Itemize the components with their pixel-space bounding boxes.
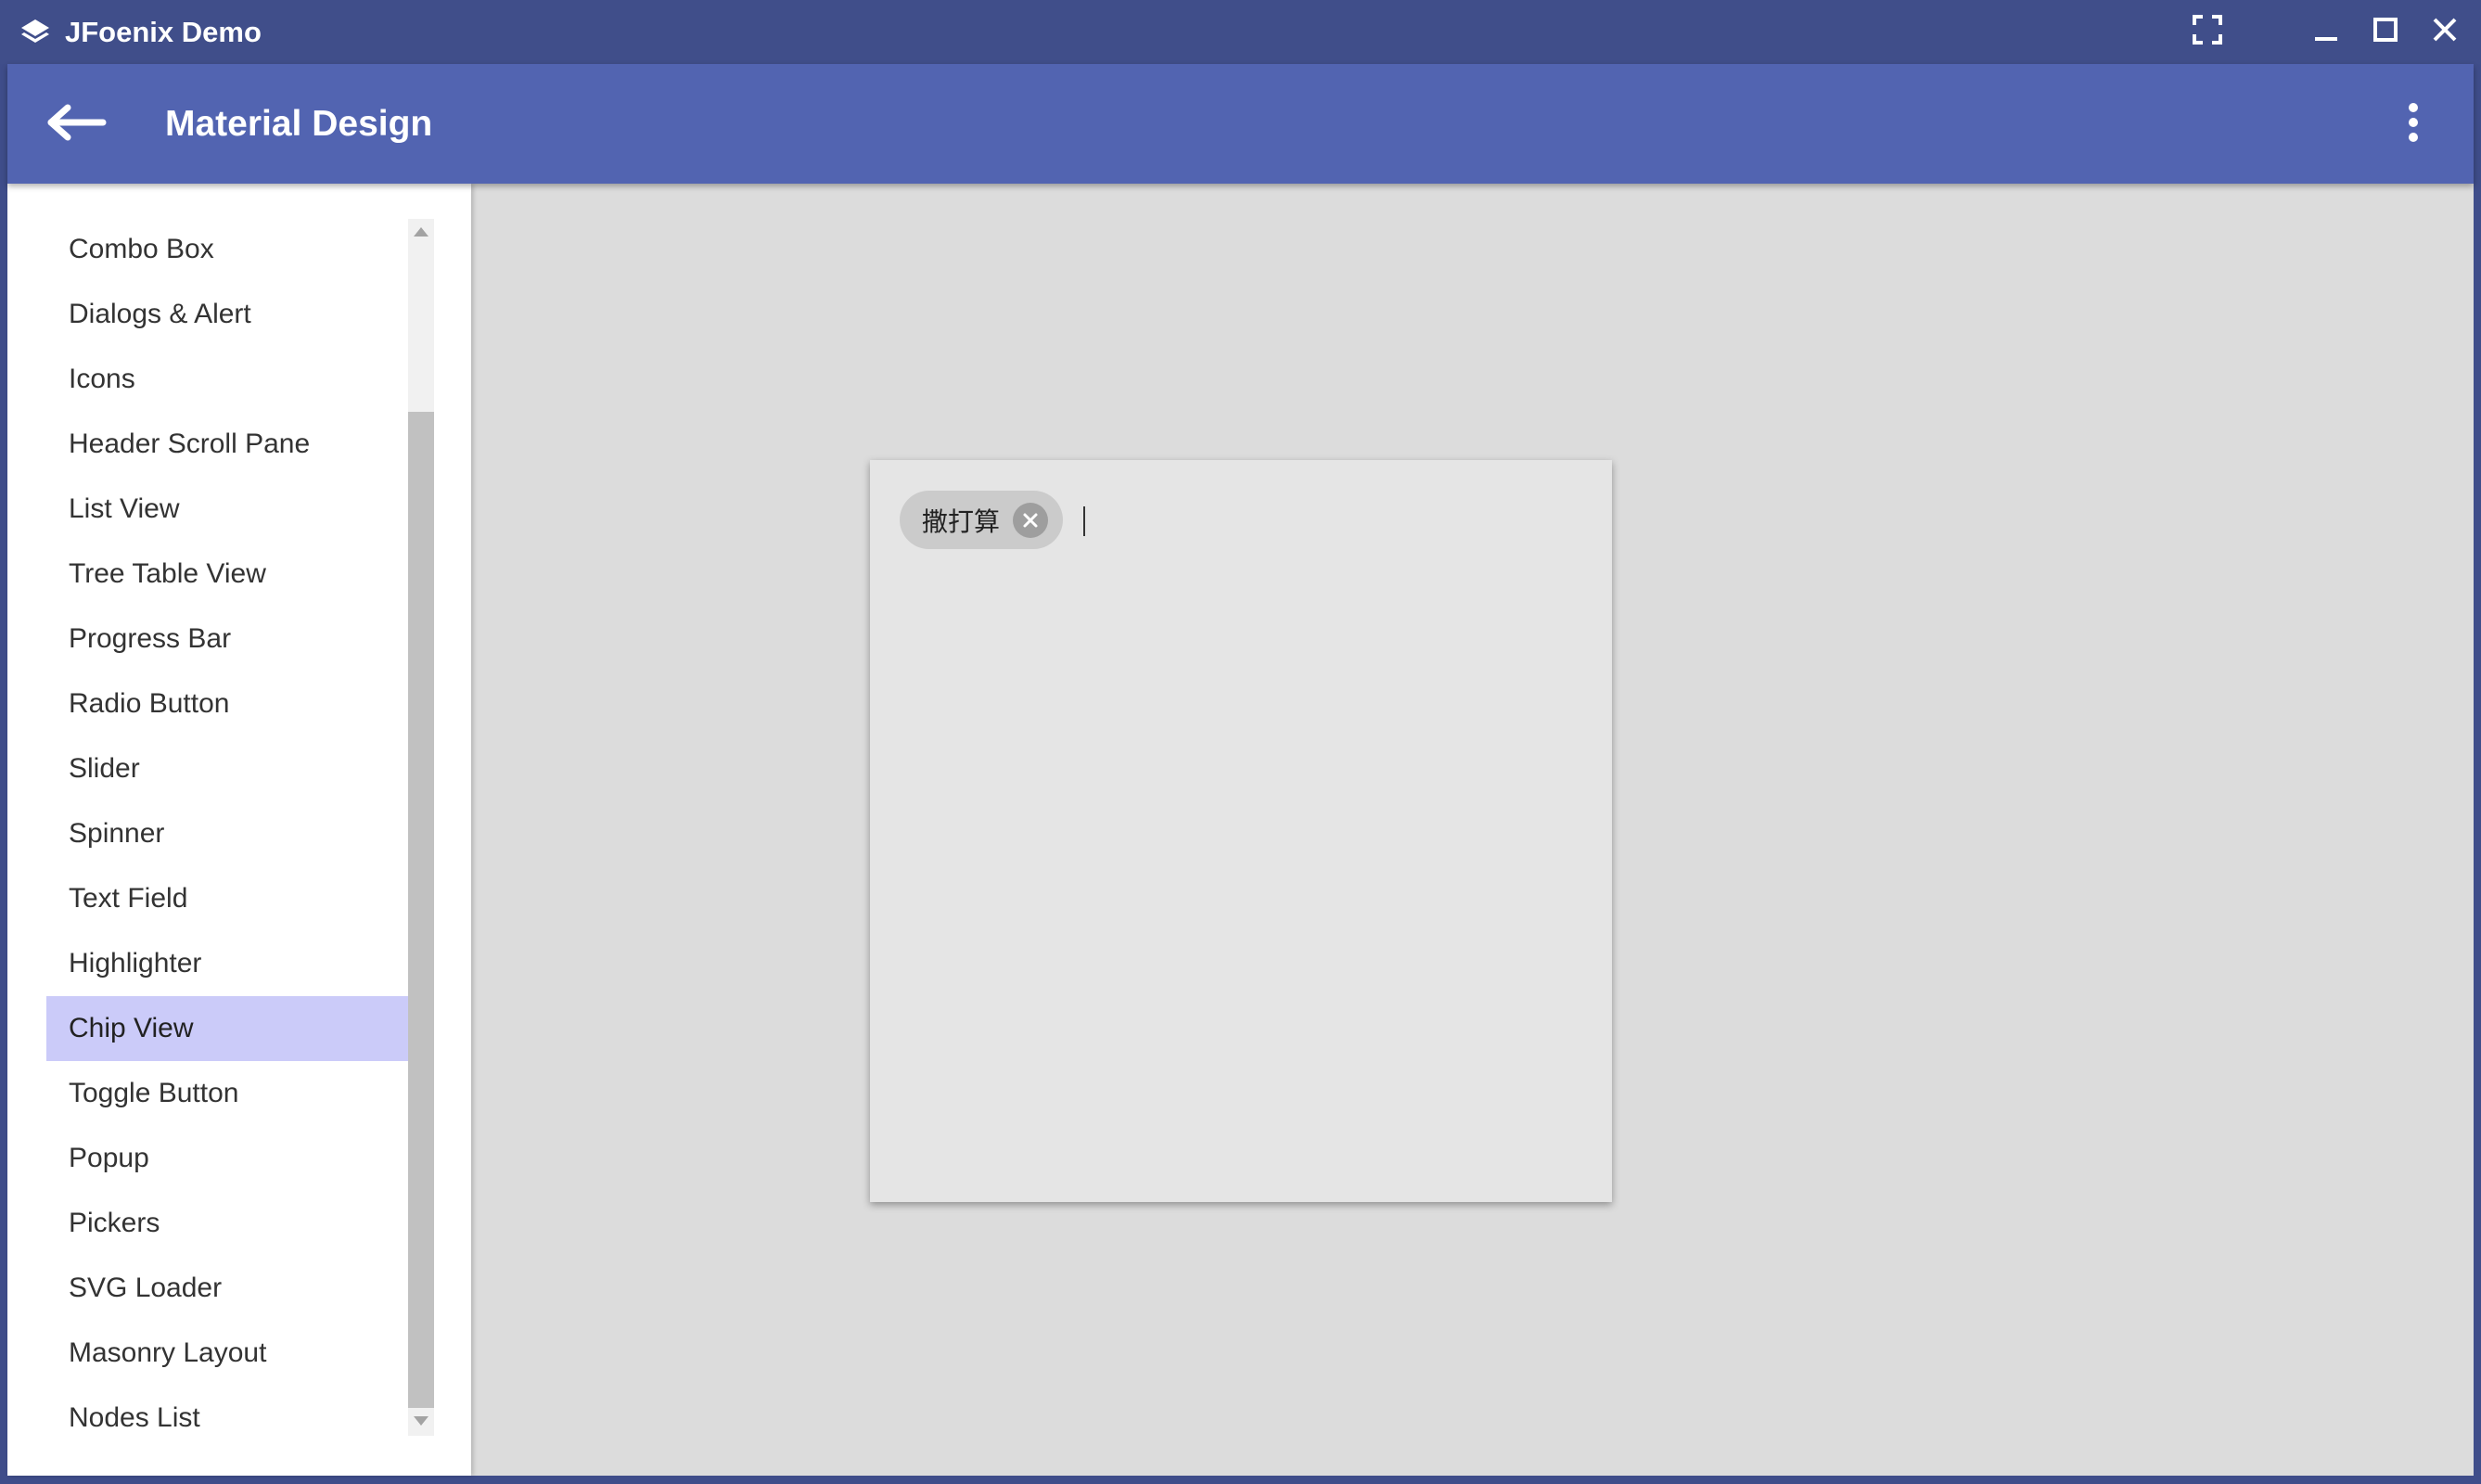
minimize-button[interactable] <box>2296 0 2356 64</box>
maximize-icon <box>2372 17 2398 47</box>
sidebar-item-popup[interactable]: Popup <box>46 1126 416 1191</box>
scroll-up-button[interactable] <box>408 219 434 247</box>
chip-label: 撒打算 <box>922 505 1001 537</box>
sidebar-item-highlighter[interactable]: Highlighter <box>46 931 416 996</box>
sidebar-item-pickers[interactable]: Pickers <box>46 1191 416 1256</box>
window-title: JFoenix Demo <box>65 16 262 48</box>
layers-icon <box>19 16 52 49</box>
scroll-down-button[interactable] <box>408 1408 434 1436</box>
sidebar-item-icons[interactable]: Icons <box>46 347 416 412</box>
sidebar-item-slider[interactable]: Slider <box>46 736 416 801</box>
text-cursor <box>1083 506 1085 536</box>
app-window: JFoenix Demo Material Design Combo Box D… <box>0 0 2481 1484</box>
sidebar-item-chip-view[interactable]: Chip View <box>46 996 416 1061</box>
sidebar-item-masonry-layout[interactable]: Masonry Layout <box>46 1321 416 1386</box>
more-vert-icon <box>2407 102 2420 147</box>
chip-view-card: 撒打算 <box>870 460 1612 1202</box>
more-options-button[interactable] <box>2390 96 2436 152</box>
minimize-icon <box>2313 17 2339 47</box>
sidebar-item-dialogs-alert[interactable]: Dialogs & Alert <box>46 282 416 347</box>
chip[interactable]: 撒打算 <box>900 491 1064 549</box>
content-area: Combo Box Dialogs & Alert Icons Header S… <box>7 184 2474 1476</box>
close-icon <box>2432 17 2458 47</box>
arrow-left-icon <box>47 104 107 146</box>
sidebar-item-spinner[interactable]: Spinner <box>46 801 416 866</box>
sidebar-item-nodes-list[interactable]: Nodes List <box>46 1386 416 1451</box>
title-bar: JFoenix Demo <box>0 0 2481 64</box>
sidebar-item-list-view[interactable]: List View <box>46 477 416 542</box>
triangle-down-icon <box>414 1414 428 1430</box>
close-circle-icon[interactable] <box>1013 502 1049 538</box>
sidebar-item-header-scroll-pane[interactable]: Header Scroll Pane <box>46 412 416 477</box>
sidebar-item-svg-loader[interactable]: SVG Loader <box>46 1256 416 1321</box>
sidebar-item-radio-button[interactable]: Radio Button <box>46 672 416 736</box>
close-button[interactable] <box>2415 0 2475 64</box>
sidebar-item-text-field[interactable]: Text Field <box>46 866 416 931</box>
fullscreen-button[interactable] <box>2178 0 2237 64</box>
nav-list: Combo Box Dialogs & Alert Icons Header S… <box>46 217 416 1451</box>
scroll-thumb[interactable] <box>408 412 434 1408</box>
sidebar: Combo Box Dialogs & Alert Icons Header S… <box>7 184 471 1476</box>
back-button[interactable] <box>35 92 119 157</box>
triangle-up-icon <box>414 224 428 241</box>
sidebar-item-combo-box[interactable]: Combo Box <box>46 217 416 282</box>
sidebar-item-toggle-button[interactable]: Toggle Button <box>46 1061 416 1126</box>
maximize-button[interactable] <box>2356 0 2415 64</box>
chip-text-input[interactable] <box>1076 493 1577 549</box>
app-toolbar: Material Design <box>7 64 2474 184</box>
fullscreen-icon <box>2192 14 2223 50</box>
sidebar-item-progress-bar[interactable]: Progress Bar <box>46 607 416 672</box>
sidebar-scrollbar[interactable] <box>408 219 434 1436</box>
page-title: Material Design <box>165 104 433 144</box>
sidebar-item-tree-table-view[interactable]: Tree Table View <box>46 542 416 607</box>
